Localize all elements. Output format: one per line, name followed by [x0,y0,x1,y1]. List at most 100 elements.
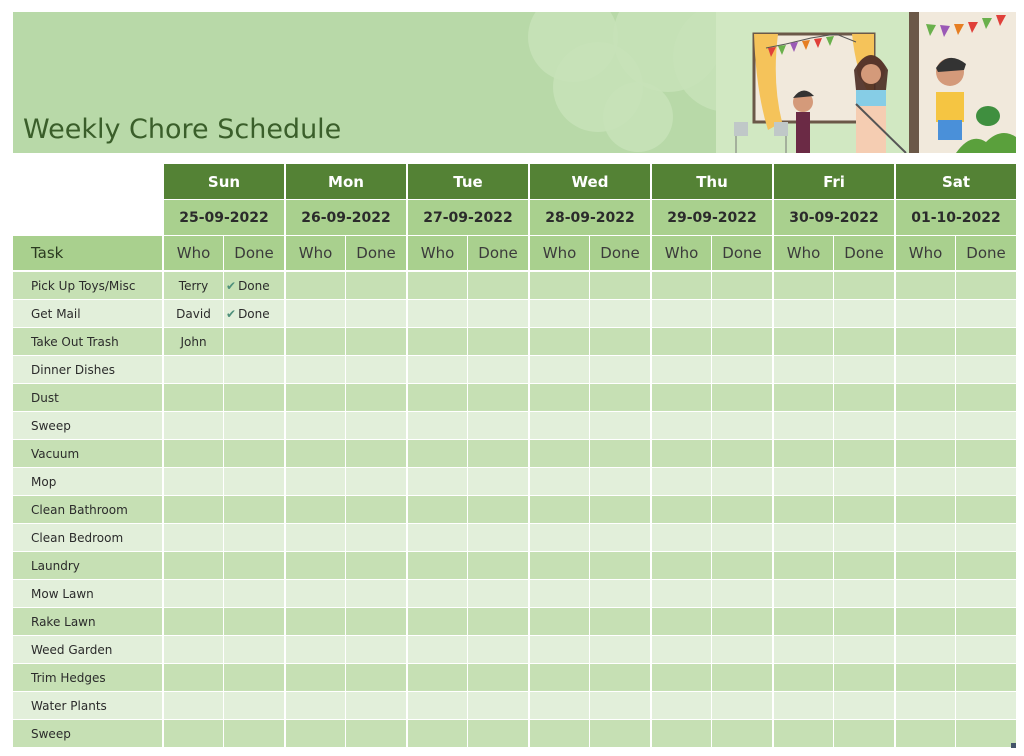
who-cell[interactable] [650,692,711,720]
who-cell[interactable] [772,608,833,636]
who-cell[interactable] [528,356,589,384]
who-cell[interactable] [528,636,589,664]
who-cell[interactable] [894,300,955,328]
who-cell[interactable] [772,664,833,692]
done-cell[interactable] [345,580,406,608]
who-cell[interactable] [284,440,345,468]
done-cell[interactable] [589,328,650,356]
done-cell[interactable] [223,328,284,356]
done-cell[interactable] [467,468,528,496]
done-cell[interactable] [467,356,528,384]
done-cell[interactable] [955,496,1016,524]
done-cell[interactable] [711,300,772,328]
who-cell[interactable] [650,636,711,664]
who-cell[interactable] [650,356,711,384]
who-cell[interactable] [406,664,467,692]
who-cell[interactable] [894,468,955,496]
done-cell[interactable] [833,328,894,356]
done-cell[interactable] [955,468,1016,496]
done-cell[interactable] [833,692,894,720]
date-cell[interactable]: 30-09-2022 [772,200,894,236]
done-cell[interactable] [467,608,528,636]
done-cell[interactable] [711,412,772,440]
done-cell[interactable] [223,524,284,552]
done-cell[interactable] [711,524,772,552]
done-cell[interactable] [345,524,406,552]
done-cell[interactable] [711,440,772,468]
task-name-cell[interactable]: Mop [13,468,162,496]
done-cell[interactable]: ✔ Done [223,272,284,300]
who-cell[interactable] [162,552,223,580]
who-cell[interactable] [406,636,467,664]
who-cell[interactable] [650,496,711,524]
who-cell[interactable] [894,664,955,692]
who-cell[interactable] [772,496,833,524]
done-cell[interactable] [589,384,650,412]
who-cell[interactable] [650,580,711,608]
done-cell[interactable] [345,272,406,300]
done-cell[interactable] [589,692,650,720]
task-name-cell[interactable]: Take Out Trash [13,328,162,356]
who-cell[interactable] [528,580,589,608]
who-cell[interactable] [772,272,833,300]
who-cell[interactable] [406,496,467,524]
done-cell[interactable] [711,384,772,412]
done-cell[interactable] [955,580,1016,608]
task-name-cell[interactable]: Clean Bathroom [13,496,162,524]
who-cell[interactable] [650,412,711,440]
who-cell[interactable] [650,468,711,496]
who-cell[interactable] [528,412,589,440]
done-cell[interactable] [223,412,284,440]
done-cell[interactable] [955,300,1016,328]
done-cell[interactable] [833,636,894,664]
who-cell[interactable] [284,608,345,636]
who-cell[interactable] [894,272,955,300]
who-cell[interactable] [284,692,345,720]
who-cell[interactable] [406,440,467,468]
done-cell[interactable] [467,272,528,300]
task-name-cell[interactable]: Pick Up Toys/Misc [13,272,162,300]
who-cell[interactable] [406,412,467,440]
who-cell[interactable]: David [162,300,223,328]
done-cell[interactable] [711,580,772,608]
task-name-cell[interactable]: Water Plants [13,692,162,720]
done-cell[interactable] [345,496,406,524]
who-cell[interactable] [406,300,467,328]
done-cell[interactable] [467,552,528,580]
who-cell[interactable] [772,412,833,440]
who-cell[interactable] [894,384,955,412]
done-cell[interactable] [223,468,284,496]
done-cell[interactable] [589,524,650,552]
who-cell[interactable] [772,328,833,356]
who-cell[interactable]: Terry [162,272,223,300]
table-resize-handle[interactable] [1011,743,1016,748]
done-cell[interactable] [589,580,650,608]
who-cell[interactable] [162,692,223,720]
who-cell[interactable] [284,412,345,440]
done-cell[interactable] [345,468,406,496]
done-cell[interactable] [955,692,1016,720]
task-name-cell[interactable]: Clean Bedroom [13,524,162,552]
done-cell[interactable] [467,384,528,412]
who-cell[interactable] [528,608,589,636]
who-cell[interactable] [894,720,955,748]
who-cell[interactable] [650,384,711,412]
done-cell[interactable] [711,496,772,524]
who-cell[interactable] [528,440,589,468]
done-cell[interactable] [223,384,284,412]
done-cell[interactable] [589,440,650,468]
done-cell[interactable] [711,468,772,496]
who-cell[interactable] [406,468,467,496]
done-cell[interactable] [223,440,284,468]
who-cell[interactable] [894,608,955,636]
task-name-cell[interactable]: Trim Hedges [13,664,162,692]
who-cell[interactable] [650,440,711,468]
who-cell[interactable] [284,720,345,748]
who-cell[interactable] [894,356,955,384]
done-cell[interactable] [589,300,650,328]
who-cell[interactable] [772,440,833,468]
who-cell[interactable] [162,468,223,496]
who-cell[interactable] [284,552,345,580]
task-name-cell[interactable]: Vacuum [13,440,162,468]
who-cell[interactable] [406,524,467,552]
